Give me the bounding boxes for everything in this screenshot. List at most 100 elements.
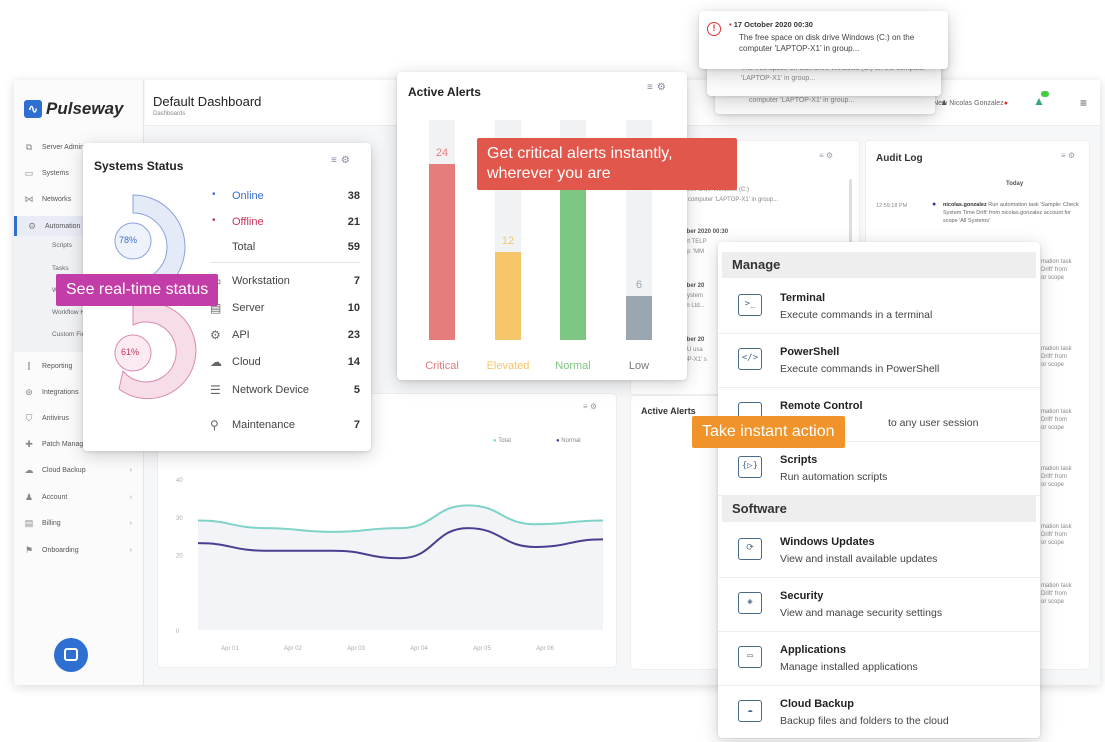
chevron-icon: › <box>129 466 132 474</box>
audit-entry-fragment: or scope <box>1041 425 1065 431</box>
menu-section-manage: Manage <box>722 252 1036 278</box>
widget-menu-icon[interactable]: ≡ ⚙ <box>819 151 833 160</box>
menu-item-security[interactable]: ◈ Security View and manage security settin… <box>718 578 1040 632</box>
bar-critical[interactable] <box>429 164 455 340</box>
security-icon: ◈ <box>738 592 762 614</box>
server-icon: ⧉ <box>25 142 33 152</box>
breadcrumb[interactable]: Dashboards <box>153 111 185 117</box>
menu-item-windows-updates[interactable]: ⟳ Windows Updates View and install availab… <box>718 524 1040 578</box>
audit-entry-fragment: mation task <box>1041 466 1072 472</box>
sidebar-item-onboarding[interactable]: ⚑ Onboarding › <box>14 540 144 560</box>
status-row-label: Server <box>232 302 265 314</box>
chevron-icon: › <box>129 493 132 501</box>
audit-entry-fragment: Drift' from <box>1041 354 1067 360</box>
user-status-dot-icon: ● <box>1003 100 1008 107</box>
menu-item-powershell[interactable]: </> PowerShell Execute commands in PowerSh… <box>718 334 1040 388</box>
status-row-label: Cloud <box>232 356 261 368</box>
audit-log-title: Audit Log <box>876 153 923 164</box>
menu-item-description: View and manage security settings <box>780 607 943 619</box>
audit-entry-user: nicolas.gonzalez <box>943 202 987 208</box>
sidebar-item-label: Antivirus <box>42 414 69 422</box>
audit-day-header: Today <box>1006 181 1024 187</box>
audit-entry-fragment: mation task <box>1041 409 1072 415</box>
x-tick-label: Apr 03 <box>347 646 365 652</box>
onboarding-icon: ⚑ <box>24 545 34 555</box>
user-menu[interactable]: ♟ Nicolas Gonzalez● <box>941 99 1008 107</box>
sidebar-item-billing[interactable]: ▤ Billing › <box>14 513 144 533</box>
active-alerts-widget: Active Alerts ≡⚙ 24 Critical 12 Elevated Nor… <box>397 72 687 380</box>
chevron-icon: › <box>129 519 132 527</box>
menu-item-description: Run automation scripts <box>780 471 888 483</box>
sidebar-subitem[interactable]: Scripts <box>52 242 72 249</box>
menu-item-scripts[interactable]: {▷} Scripts Run automation scripts <box>718 442 1040 496</box>
status-row-label: Workstation <box>232 275 290 287</box>
patch-icon: ✚ <box>25 439 33 449</box>
automation-icon: ⚙ <box>27 221 37 231</box>
manage-menu: Manage >_ Terminal Execute commands in a te… <box>718 242 1040 740</box>
chat-button[interactable] <box>54 638 88 672</box>
cloud-icon: ☁ <box>210 355 222 369</box>
offline-percent: 61% <box>121 347 140 357</box>
notification-date: • 17 October 2020 00:30 <box>729 20 813 29</box>
monitor-icon: ▭ <box>24 168 34 178</box>
menu-item-title: Terminal <box>780 292 826 304</box>
menu-item-title: Cloud Backup <box>780 698 854 710</box>
audit-entry-fragment: mation task <box>1041 583 1072 589</box>
y-tick-label: 40 <box>176 478 183 484</box>
notifications-icon[interactable]: ▲ <box>1033 91 1049 108</box>
user-icon: ♟ <box>941 100 948 107</box>
user-icon: ♟ <box>24 492 34 502</box>
menu-section-software: Software <box>722 496 1036 522</box>
sidebar-item-label: Billing <box>42 519 61 527</box>
sidebar-item-label: Automation <box>45 222 81 230</box>
bar-value-label: 12 <box>502 235 514 247</box>
audit-entry-fragment: mation task <box>1041 346 1072 352</box>
sidebar-item-label: Server Admin <box>42 143 85 151</box>
sidebar-subitem[interactable]: Tasks <box>52 265 69 272</box>
menu-item-title: Applications <box>780 644 847 656</box>
menu-item-description: to any user session <box>888 417 979 429</box>
sidebar-item-label: Reporting <box>42 362 73 370</box>
bar-category-label: Normal <box>555 360 590 372</box>
menu-item-terminal[interactable]: >_ Terminal Execute commands in a terminal <box>718 280 1040 334</box>
widget-menu-icon[interactable]: ≡ ⚙ <box>1061 151 1075 160</box>
audit-entry-fragment: or scope <box>1041 540 1065 546</box>
menu-item-title: Windows Updates <box>780 536 875 548</box>
notification-card-1[interactable]: ! • 17 October 2020 00:30 The free space… <box>699 11 948 69</box>
status-dot-icon: • <box>212 215 216 226</box>
sidebar-item-label: Onboarding <box>42 546 79 554</box>
alert-list-line: e computer 'LAPTOP-X1' in group... <box>683 197 779 203</box>
applications-icon: ▭ <box>738 646 762 668</box>
menu-item-cloud-backup[interactable]: ☁ Cloud Backup Backup files and folders to… <box>718 686 1040 740</box>
sidebar-item-label: Networks <box>42 195 72 203</box>
powershell-icon: </> <box>738 348 762 370</box>
callout-real-time-status: See real-time status <box>56 274 219 306</box>
bar-low[interactable] <box>626 296 652 340</box>
status-divider <box>210 262 360 263</box>
brand-logo[interactable]: ∿ Pulseway <box>24 98 142 120</box>
sidebar-item-label: Account <box>42 493 68 501</box>
status-row-label: Online <box>232 190 264 202</box>
menu-item-applications[interactable]: ▭ Applications Manage installed applicatio… <box>718 632 1040 686</box>
bar-elevated[interactable] <box>495 252 521 340</box>
audit-entry-fragment: or scope <box>1041 482 1065 488</box>
x-tick-label: Apr 02 <box>284 646 302 652</box>
chevron-icon: › <box>129 546 132 554</box>
cloud-backup-icon: ☁ <box>738 700 762 722</box>
menu-item-title: Scripts <box>780 454 818 466</box>
status-row-value: 23 <box>347 329 360 341</box>
sidebar-item-cloud-backup[interactable]: ☁ Cloud Backup › <box>14 460 144 480</box>
status-row-value: 21 <box>347 216 360 228</box>
alert-list-line: ober 2020 00:30 <box>683 229 729 235</box>
shield-icon: ⛉ <box>25 413 33 423</box>
audit-entry-fragment: or scope <box>1041 362 1065 368</box>
hamburger-menu-icon[interactable]: ≡ <box>1080 96 1087 110</box>
x-tick-label: Apr 05 <box>473 646 491 652</box>
status-row-value: 14 <box>347 356 360 368</box>
bar-category-label: Low <box>629 360 649 372</box>
page-title: Default Dashboard <box>153 94 262 109</box>
alerts-bar-chart: 24 Critical 12 Elevated Normal 6 Low <box>425 120 652 372</box>
sidebar-item-account[interactable]: ♟ Account › <box>14 487 144 507</box>
sidebar-item-label: Integrations <box>42 388 79 396</box>
brand-name: Pulseway <box>46 99 124 118</box>
